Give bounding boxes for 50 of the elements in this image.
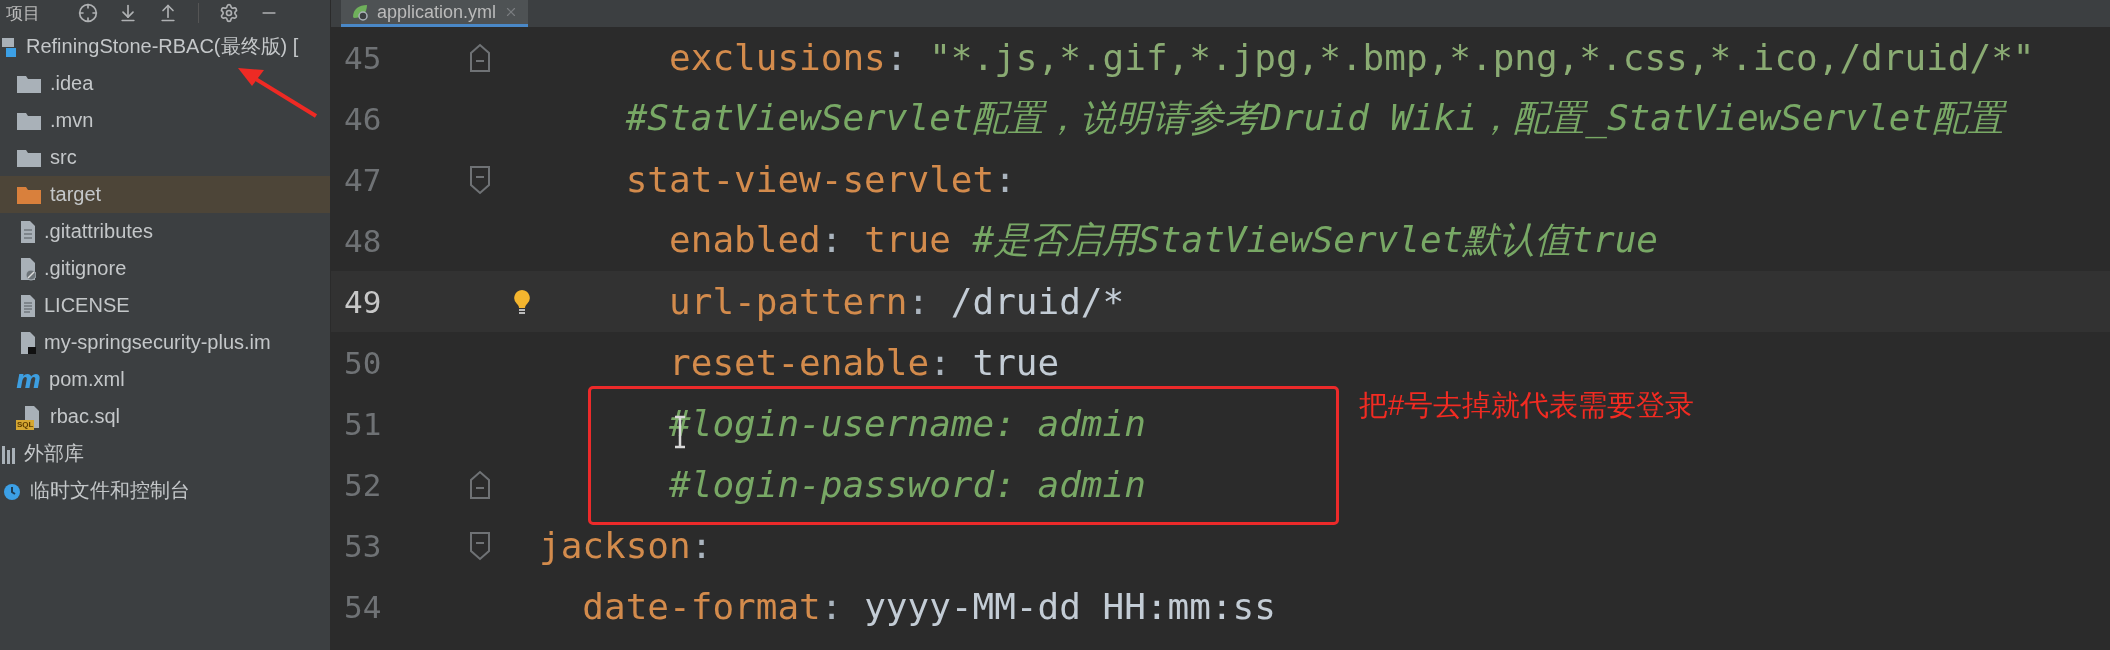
code-line: stat-view-servlet: (624, 159, 1016, 200)
fold-icon[interactable] (469, 164, 491, 195)
code-line: exclusions: "*.js,*.gif,*.jpg,*.bmp,*.png,*.css,*.ico,/druid/*" (668, 37, 2035, 78)
tree-item[interactable]: 临时文件和控制台 (0, 472, 330, 509)
folder-icon (16, 147, 42, 168)
line-number: 54 (343, 588, 382, 625)
leaf-icon (351, 3, 369, 21)
tree-item[interactable]: my-springsecurity-plus.im (0, 324, 330, 361)
code-line: reset-enable: true (668, 342, 1060, 383)
folder-icon (16, 73, 42, 94)
tree-item[interactable]: .gitignore (0, 250, 330, 287)
code-line: url-pattern: /druid/* (668, 281, 1125, 322)
fold-icon[interactable] (469, 469, 491, 500)
tree-item[interactable]: .mvn (0, 102, 330, 139)
tree-item[interactable]: 外部库 (0, 435, 330, 472)
line-number: 48 (343, 222, 382, 259)
line-number: 53 (343, 527, 382, 564)
tree-item[interactable]: .gitattributes (0, 213, 330, 250)
annotation-note: 把#号去掉就代表需要登录 (1359, 388, 1695, 423)
folder-icon (16, 184, 42, 205)
module-icon (2, 35, 18, 58)
tree-item[interactable]: LICENSE (0, 287, 330, 324)
collapse-icon[interactable] (118, 3, 138, 23)
lightbulb-icon[interactable] (512, 288, 531, 315)
fold-icon[interactable] (469, 530, 491, 561)
line-number: 47 (343, 161, 382, 198)
line-number: 50 (343, 344, 382, 381)
line-number: 49 (343, 283, 382, 320)
folder-icon (16, 110, 42, 131)
tree-item[interactable]: .idea (0, 65, 330, 102)
line-number: 45 (343, 39, 382, 76)
editor-tab[interactable]: application.yml (341, 0, 529, 27)
code-line: date-format: yyyy-MM-dd HH:mm:ss (581, 586, 1276, 627)
tree-item[interactable]: RefiningStone-RBAC(最终版) [ (0, 28, 330, 65)
code-line: jackson: (539, 525, 713, 566)
tree-item[interactable]: SQL rbac.sql (0, 398, 330, 435)
tree-item[interactable]: target (0, 176, 330, 213)
line-number: 52 (343, 466, 382, 503)
maven-icon: m (16, 367, 41, 392)
locate-icon[interactable] (78, 3, 98, 23)
fold-icon[interactable] (469, 42, 491, 73)
line-number: 46 (343, 100, 382, 137)
tree-item[interactable]: src (0, 139, 330, 176)
panel-title: 项目 (6, 2, 40, 25)
code-line: #login-password: admin (668, 464, 1146, 505)
settings-icon[interactable] (219, 3, 239, 23)
code-line: enabled: true #是否启用StatViewServlet默认值true (668, 218, 1658, 262)
expand-icon[interactable] (158, 3, 178, 23)
tree-item[interactable]: m pom.xml (0, 361, 330, 398)
line-number: 51 (343, 405, 382, 442)
